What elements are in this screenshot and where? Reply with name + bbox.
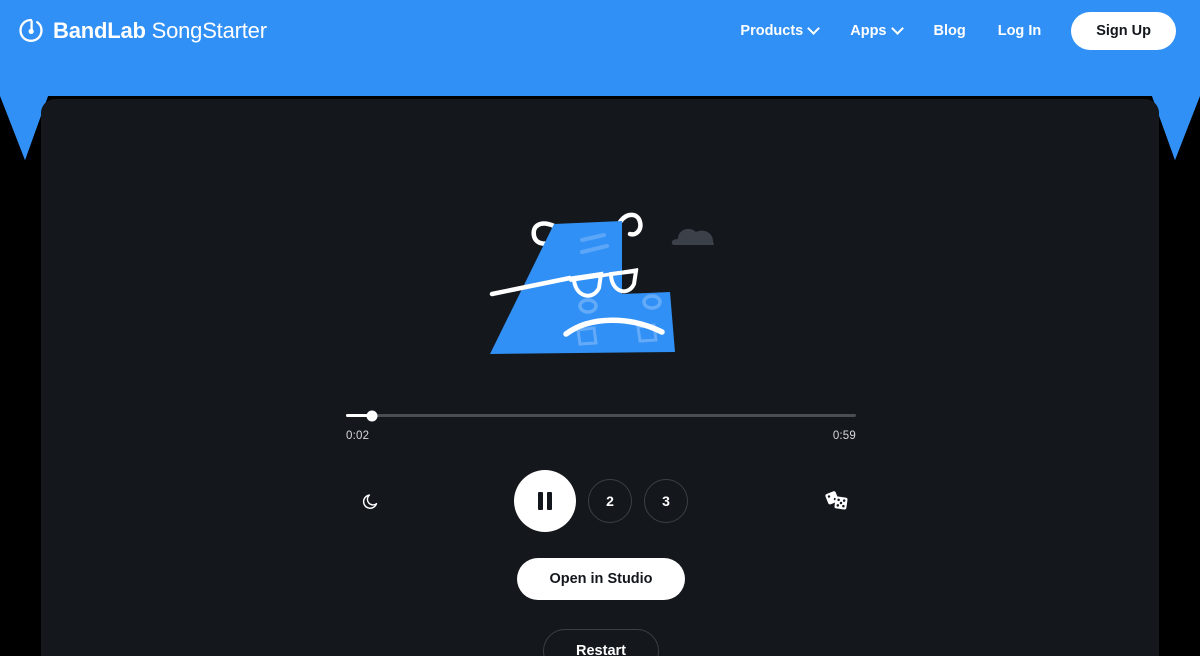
variant-button-2[interactable]: 2 xyxy=(588,479,632,523)
top-navigation-bar: BandLab SongStarter Products Apps Blog L… xyxy=(0,0,1200,62)
time-labels: 0:02 0:59 xyxy=(346,430,856,442)
moon-icon[interactable] xyxy=(354,484,388,518)
nav-item-apps[interactable]: Apps xyxy=(834,15,917,47)
restart-button[interactable]: Restart xyxy=(543,629,659,656)
audio-player: 0:02 0:59 2 3 Open in Studio Restart xyxy=(346,409,856,656)
progress-slider[interactable] xyxy=(346,409,856,423)
pause-icon xyxy=(538,492,552,510)
nav-item-blog-label: Blog xyxy=(933,23,966,39)
songstarter-player-card: 0:02 0:59 2 3 Open in Studio Restart xyxy=(41,99,1159,656)
nav-item-apps-label: Apps xyxy=(850,23,887,39)
brand-name-bold: BandLab xyxy=(53,18,146,43)
brand-name: BandLab SongStarter xyxy=(53,18,267,44)
nav-item-login-label: Log In xyxy=(997,23,1042,39)
nav-links: Products Apps Blog Log In Sign Up xyxy=(724,12,1176,50)
play-pause-button[interactable] xyxy=(514,470,576,532)
bandlab-logo-icon xyxy=(19,18,43,42)
brand-name-light: SongStarter xyxy=(145,18,267,43)
dice-icon[interactable] xyxy=(820,484,854,518)
chevron-down-icon xyxy=(890,21,904,35)
playback-controls: 2 3 xyxy=(346,470,856,532)
artwork-container xyxy=(41,179,1159,379)
sign-up-button[interactable]: Sign Up xyxy=(1071,12,1176,50)
current-time-label: 0:02 xyxy=(346,430,370,442)
nav-item-products[interactable]: Products xyxy=(724,15,834,47)
total-time-label: 0:59 xyxy=(832,430,856,442)
brand-logo[interactable]: BandLab SongStarter xyxy=(18,0,267,62)
open-in-studio-button[interactable]: Open in Studio xyxy=(517,558,685,600)
nav-item-products-label: Products xyxy=(740,23,804,39)
songstarter-monster-illustration xyxy=(489,212,714,354)
nav-item-blog[interactable]: Blog xyxy=(918,15,982,47)
chevron-down-icon xyxy=(807,21,821,35)
progress-track[interactable] xyxy=(346,414,856,417)
nav-item-login[interactable]: Log In xyxy=(982,15,1058,47)
variant-button-3[interactable]: 3 xyxy=(644,479,688,523)
action-buttons: Open in Studio Restart xyxy=(346,558,856,656)
moon-icon-glyph xyxy=(362,494,378,509)
dice-icon-glyph xyxy=(825,491,848,510)
progress-handle[interactable] xyxy=(366,410,377,422)
songstarter-page: BandLab SongStarter Products Apps Blog L… xyxy=(0,0,1200,656)
